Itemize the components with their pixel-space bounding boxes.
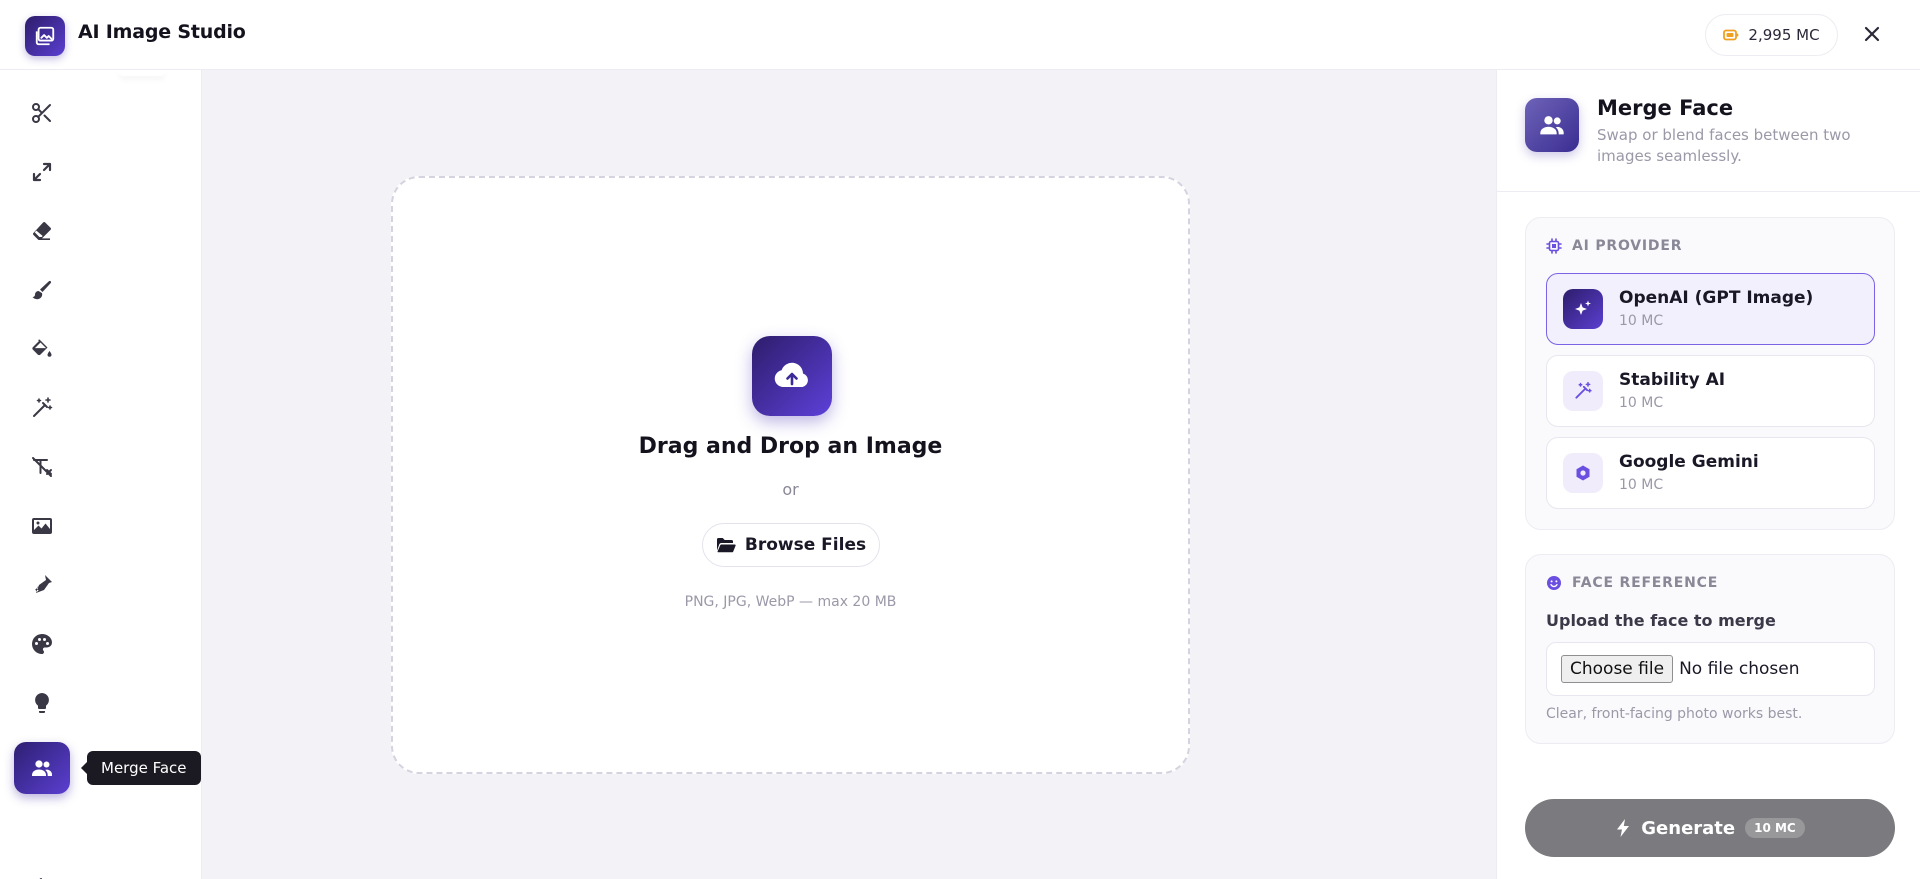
credits-value: 2,995 MC <box>1748 26 1820 44</box>
face-upload-hint: Clear, front-facing photo works best. <box>1546 706 1803 722</box>
magic-wand-icon <box>33 397 53 417</box>
provider-stability[interactable]: Stability AI 10 MC <box>1546 355 1875 427</box>
tool-palette[interactable] <box>22 624 62 664</box>
sparkles-icon <box>1575 300 1591 315</box>
provider-openai[interactable]: OpenAI (GPT Image) 10 MC <box>1546 273 1875 345</box>
generate-cost-badge: 10 MC <box>1745 818 1805 838</box>
settings-panel: Merge Face Swap or blend faces between t… <box>1496 70 1920 879</box>
provider-cost: 10 MC <box>1619 477 1664 493</box>
provider-name: Stability AI <box>1619 370 1726 390</box>
scissors-icon <box>32 103 51 123</box>
dropzone-title: Drag and Drop an Image <box>638 434 943 459</box>
ai-provider-heading: AI PROVIDER <box>1546 238 1682 254</box>
folder-open-icon <box>716 538 736 553</box>
image-icon <box>32 518 52 534</box>
face-reference-heading-text: FACE REFERENCE <box>1572 575 1719 591</box>
tool-pen[interactable] <box>22 565 62 605</box>
eraser-icon <box>33 222 51 240</box>
upload-badge <box>752 336 832 416</box>
smiley-icon <box>1547 576 1561 590</box>
provider-name: OpenAI (GPT Image) <box>1619 288 1814 308</box>
chip-icon <box>1546 238 1562 254</box>
pen-nib-icon <box>35 575 52 593</box>
provider-icon <box>1563 453 1603 493</box>
battery-icon <box>1723 29 1739 41</box>
provider-cost: 10 MC <box>1619 395 1664 411</box>
panel-header-icon <box>1525 98 1579 152</box>
dropzone-or: or <box>782 480 799 499</box>
lightning-icon <box>1617 819 1630 837</box>
tool-erase[interactable] <box>22 211 62 251</box>
face-reference-card: FACE REFERENCE Upload the face to merge … <box>1525 554 1895 744</box>
close-icon <box>1864 26 1880 42</box>
close-button[interactable] <box>1858 20 1886 48</box>
tool-upscale[interactable] <box>22 152 62 192</box>
browse-files-label: Browse Files <box>744 535 867 555</box>
collapse-sidebar-button[interactable] <box>22 865 62 879</box>
face-upload-label: Upload the face to merge <box>1546 611 1776 630</box>
provider-gemini[interactable]: Google Gemini 10 MC <box>1546 437 1875 509</box>
face-reference-heading: FACE REFERENCE <box>1546 575 1718 591</box>
expand-icon <box>32 162 52 182</box>
provider-cost: 10 MC <box>1619 313 1664 329</box>
panel-divider <box>1497 191 1920 192</box>
tool-merge-face[interactable] <box>14 742 70 794</box>
generate-button[interactable]: Generate 10 MC <box>1525 799 1895 857</box>
arrow-left-icon <box>39 878 42 879</box>
cloud-upload-icon <box>774 362 808 387</box>
tool-image[interactable] <box>22 506 62 546</box>
palette-icon <box>32 634 52 654</box>
tool-cut[interactable] <box>22 93 62 133</box>
choose-file-button[interactable]: Choose file <box>1561 655 1674 683</box>
ai-provider-card: AI PROVIDER OpenAI (GPT Image) 10 MC Sta… <box>1525 217 1895 530</box>
paint-bucket-icon <box>32 339 52 357</box>
face-file-input[interactable]: Choose file No file chosen <box>1546 642 1875 696</box>
top-bar: AI Image Studio 2,995 MC <box>0 0 1920 70</box>
app-title: AI Image Studio <box>78 21 246 43</box>
tool-ideas[interactable] <box>22 683 62 723</box>
dropzone-hint: PNG, JPG, WebP — max 20 MB <box>684 594 897 610</box>
ai-provider-heading-text: AI PROVIDER <box>1572 238 1683 254</box>
app-logo <box>25 16 65 56</box>
file-status: No file chosen <box>1679 659 1800 679</box>
sidebar-tab <box>118 70 166 76</box>
users-icon <box>32 760 52 776</box>
image-icon <box>35 26 55 46</box>
lightbulb-icon <box>35 693 49 713</box>
panel-title: Merge Face <box>1597 96 1734 120</box>
tool-fill[interactable] <box>22 329 62 369</box>
provider-icon <box>1563 289 1603 329</box>
magic-wand-icon <box>1575 381 1592 399</box>
tool-magic[interactable] <box>22 388 62 428</box>
image-dropzone[interactable]: Drag and Drop an Image or Browse Files P… <box>391 176 1190 774</box>
panel-subtitle: Swap or blend faces between two images s… <box>1597 126 1851 165</box>
users-icon <box>1540 116 1564 135</box>
browse-files-button[interactable]: Browse Files <box>702 523 880 567</box>
tooltip: Merge Face <box>81 751 201 785</box>
brush-icon <box>32 280 52 300</box>
generate-label: Generate <box>1641 817 1736 839</box>
text-remove-icon <box>32 457 52 477</box>
tool-remove-text[interactable] <box>22 447 62 487</box>
tool-brush[interactable] <box>22 270 62 310</box>
gem-icon <box>1576 465 1590 481</box>
credits-badge[interactable]: 2,995 MC <box>1705 14 1838 56</box>
provider-icon <box>1563 371 1603 411</box>
provider-name: Google Gemini <box>1619 452 1759 472</box>
